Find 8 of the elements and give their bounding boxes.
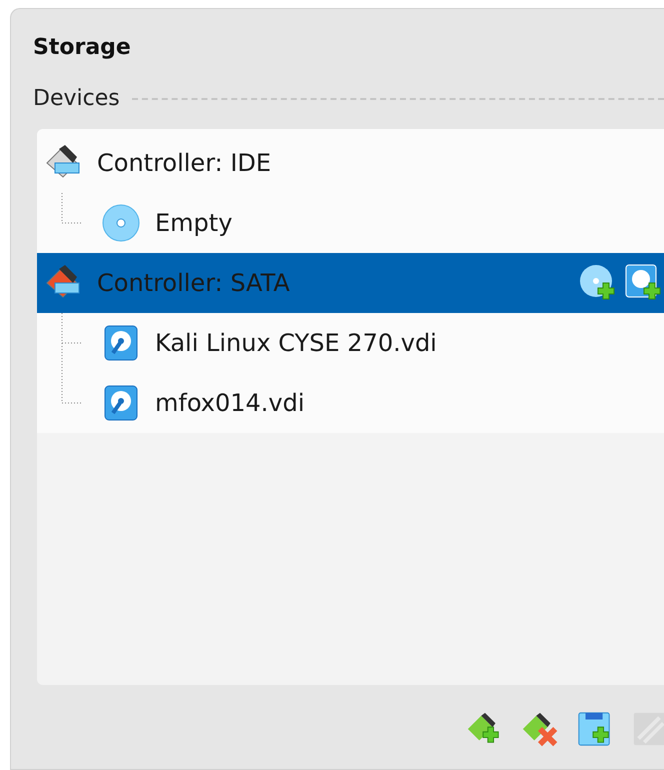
- tree-item[interactable]: Empty: [37, 193, 664, 253]
- tree-line: [61, 193, 82, 224]
- tree-item[interactable]: Controller: IDE: [37, 133, 664, 193]
- tree-item[interactable]: mfox014.vdi: [37, 373, 664, 433]
- disc-icon: [101, 203, 141, 243]
- section-title: Storage: [33, 35, 132, 60]
- tree-item[interactable]: Kali Linux CYSE 270.vdi: [37, 313, 664, 373]
- group-label: Devices: [33, 86, 120, 111]
